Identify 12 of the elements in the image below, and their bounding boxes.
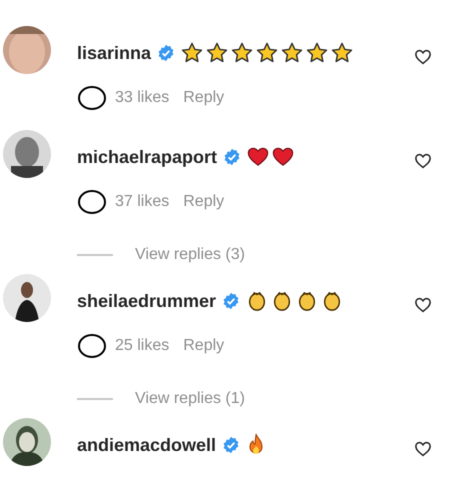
- like-count[interactable]: 33 likes: [115, 89, 170, 107]
- view-replies-link[interactable]: View replies (1): [135, 390, 245, 408]
- like-count[interactable]: 25 likes: [115, 337, 170, 355]
- username[interactable]: michaelrapaport: [77, 146, 218, 168]
- reply-link[interactable]: Reply: [183, 337, 224, 355]
- view-replies-link[interactable]: View replies (3): [135, 246, 245, 264]
- username[interactable]: sheilaedrummer: [77, 290, 216, 312]
- reply-link[interactable]: Reply: [183, 193, 224, 211]
- reply-link[interactable]: Reply: [183, 89, 224, 107]
- username[interactable]: andiemacdowell: [77, 434, 216, 456]
- username[interactable]: lisarinna: [77, 42, 152, 64]
- like-count[interactable]: 37 likes: [115, 193, 170, 211]
